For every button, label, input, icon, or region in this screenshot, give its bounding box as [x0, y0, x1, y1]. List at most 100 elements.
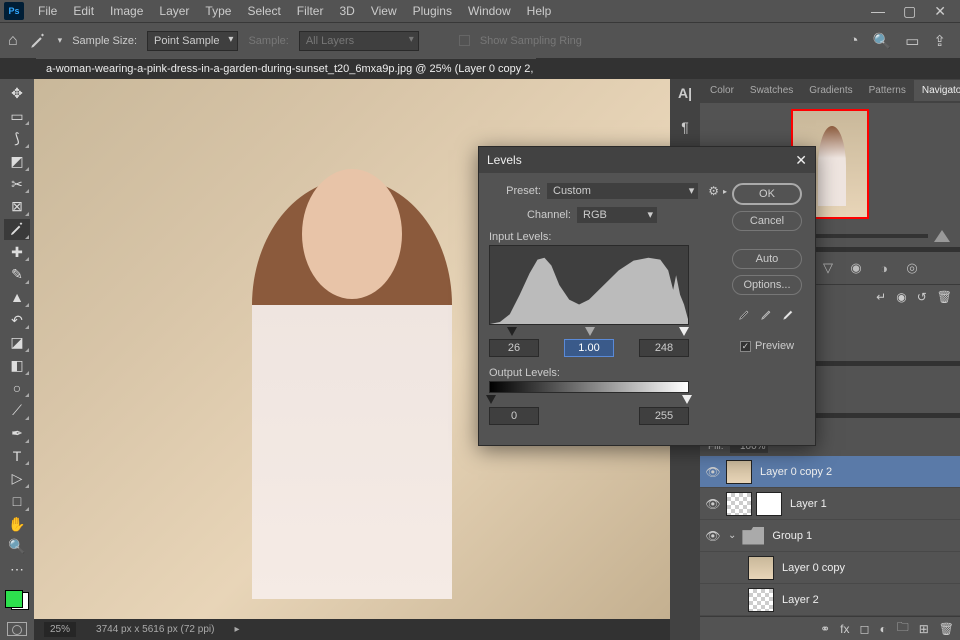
output-black-slider[interactable]: [486, 395, 496, 404]
menu-plugins[interactable]: Plugins: [405, 1, 460, 21]
edit-toolbar-icon[interactable]: ⋯: [4, 559, 30, 580]
tab-patterns[interactable]: Patterns: [861, 80, 914, 101]
menu-type[interactable]: Type: [197, 1, 239, 21]
move-tool-icon[interactable]: ✥: [4, 83, 30, 104]
rectangle-tool-icon[interactable]: □: [4, 491, 30, 512]
search-icon[interactable]: 🔍: [873, 32, 892, 50]
adj-hue-icon[interactable]: ◉: [846, 258, 866, 278]
adj-vibrance-icon[interactable]: ▽: [818, 258, 838, 278]
crop-tool-icon[interactable]: ✂: [4, 174, 30, 195]
paragraph-panel-icon[interactable]: ¶: [681, 119, 689, 135]
adj-view-icon[interactable]: ◉: [896, 290, 906, 304]
black-point-field[interactable]: 26: [489, 339, 539, 357]
auto-button[interactable]: Auto: [732, 249, 802, 269]
window-maximize-icon[interactable]: ▢: [903, 3, 916, 20]
eraser-tool-icon[interactable]: ◪: [4, 332, 30, 353]
layer-thumbnail[interactable]: [748, 588, 774, 612]
tab-color[interactable]: Color: [702, 80, 742, 101]
output-white-slider[interactable]: [682, 395, 692, 404]
brush-tool-icon[interactable]: ✎: [4, 264, 30, 285]
current-tool-icon[interactable]: [28, 31, 48, 51]
menu-window[interactable]: Window: [460, 1, 519, 21]
layer-name[interactable]: Layer 2: [778, 594, 956, 606]
clone-stamp-tool-icon[interactable]: ▲: [4, 287, 30, 308]
menu-image[interactable]: Image: [102, 1, 151, 21]
dodge-tool-icon[interactable]: ⟋: [4, 400, 30, 421]
options-button[interactable]: Options...: [732, 275, 802, 295]
dialog-close-icon[interactable]: ✕: [795, 152, 807, 169]
gray-eyedropper-icon[interactable]: [760, 307, 774, 324]
tab-navigator[interactable]: Navigator: [914, 80, 960, 101]
white-eyedropper-icon[interactable]: [782, 307, 796, 324]
gradient-tool-icon[interactable]: ◧: [4, 355, 30, 376]
visibility-icon[interactable]: 👁: [704, 497, 722, 511]
layer-thumbnail[interactable]: [748, 556, 774, 580]
adj-bw-icon[interactable]: ◑: [874, 258, 894, 278]
tab-swatches[interactable]: Swatches: [742, 80, 801, 101]
history-brush-tool-icon[interactable]: ↶: [4, 310, 30, 331]
adj-delete-icon[interactable]: 🗑: [937, 290, 952, 304]
dialog-titlebar[interactable]: Levels ✕: [479, 147, 815, 173]
layer-row[interactable]: 👁 Layer 1: [700, 488, 960, 520]
foreground-color[interactable]: [5, 590, 23, 608]
document-tab[interactable]: a-woman-wearing-a-pink-dress-in-a-garden…: [36, 58, 536, 79]
cancel-button[interactable]: Cancel: [732, 211, 802, 231]
adj-reset-icon[interactable]: ↺: [917, 290, 927, 304]
cloud-user-icon[interactable]: ◔: [849, 32, 858, 49]
layer-row[interactable]: 👁 Layer 0 copy 2: [700, 456, 960, 488]
layer-row[interactable]: 👁 ⌄ Group 1: [700, 520, 960, 552]
type-tool-icon[interactable]: T: [4, 446, 30, 467]
hand-tool-icon[interactable]: ✋: [4, 514, 30, 535]
new-layer-icon[interactable]: ⊞: [919, 622, 929, 636]
blur-tool-icon[interactable]: ○: [4, 378, 30, 399]
layer-row[interactable]: Layer 0 copy: [700, 552, 960, 584]
menu-layer[interactable]: Layer: [151, 1, 197, 21]
show-sampling-ring-checkbox[interactable]: [459, 35, 470, 46]
delete-layer-icon[interactable]: 🗑: [939, 622, 954, 636]
layer-name[interactable]: Layer 1: [786, 498, 956, 510]
share-icon[interactable]: ⇪: [933, 32, 946, 50]
midtone-field[interactable]: 1.00: [564, 339, 614, 357]
menu-select[interactable]: Select: [239, 1, 288, 21]
white-point-field[interactable]: 248: [639, 339, 689, 357]
window-close-icon[interactable]: ✕: [934, 3, 946, 20]
color-swatches[interactable]: [3, 588, 31, 612]
menu-help[interactable]: Help: [519, 1, 560, 21]
home-icon[interactable]: ⌂: [8, 32, 18, 50]
layer-thumbnail[interactable]: [726, 492, 752, 516]
zoom-in-icon[interactable]: [934, 230, 950, 242]
healing-brush-tool-icon[interactable]: ✚: [4, 242, 30, 263]
workspace-icon[interactable]: ▭: [905, 32, 919, 50]
visibility-icon[interactable]: 👁: [704, 529, 722, 543]
status-menu-icon[interactable]: ▸: [234, 624, 239, 635]
new-group-icon[interactable]: 🗀: [897, 618, 909, 639]
visibility-icon[interactable]: 👁: [704, 465, 722, 479]
white-point-slider[interactable]: [679, 327, 689, 336]
output-black-field[interactable]: 0: [489, 407, 539, 425]
menu-view[interactable]: View: [363, 1, 405, 21]
layer-mask-icon[interactable]: ◻: [859, 622, 869, 636]
adj-photo-filter-icon[interactable]: ◎: [902, 258, 922, 278]
layer-row[interactable]: Layer 2: [700, 584, 960, 616]
object-select-tool-icon[interactable]: ◩: [4, 151, 30, 172]
adj-clip-icon[interactable]: ↵: [876, 290, 886, 304]
black-point-slider[interactable]: [507, 327, 517, 336]
adjustment-layer-icon[interactable]: ◐: [879, 622, 886, 636]
layer-name[interactable]: Layer 0 copy: [778, 562, 956, 574]
eyedropper-tool-icon[interactable]: [4, 219, 30, 240]
zoom-tool-icon[interactable]: 🔍: [4, 536, 30, 557]
black-eyedropper-icon[interactable]: [738, 307, 752, 324]
layer-thumbnail[interactable]: [726, 460, 752, 484]
layer-mask-thumbnail[interactable]: [756, 492, 782, 516]
preset-menu-icon[interactable]: ⚙: [708, 184, 719, 198]
pen-tool-icon[interactable]: ✒: [4, 423, 30, 444]
menu-filter[interactable]: Filter: [289, 1, 332, 21]
menu-edit[interactable]: Edit: [65, 1, 102, 21]
group-toggle-icon[interactable]: ⌄: [726, 530, 738, 541]
marquee-tool-icon[interactable]: ▭: [4, 106, 30, 127]
channel-dropdown[interactable]: RGB: [577, 207, 657, 223]
quick-mask-icon[interactable]: [7, 622, 27, 636]
ok-button[interactable]: OK: [732, 183, 802, 205]
midtone-slider[interactable]: [585, 327, 595, 336]
tab-gradients[interactable]: Gradients: [801, 80, 860, 101]
